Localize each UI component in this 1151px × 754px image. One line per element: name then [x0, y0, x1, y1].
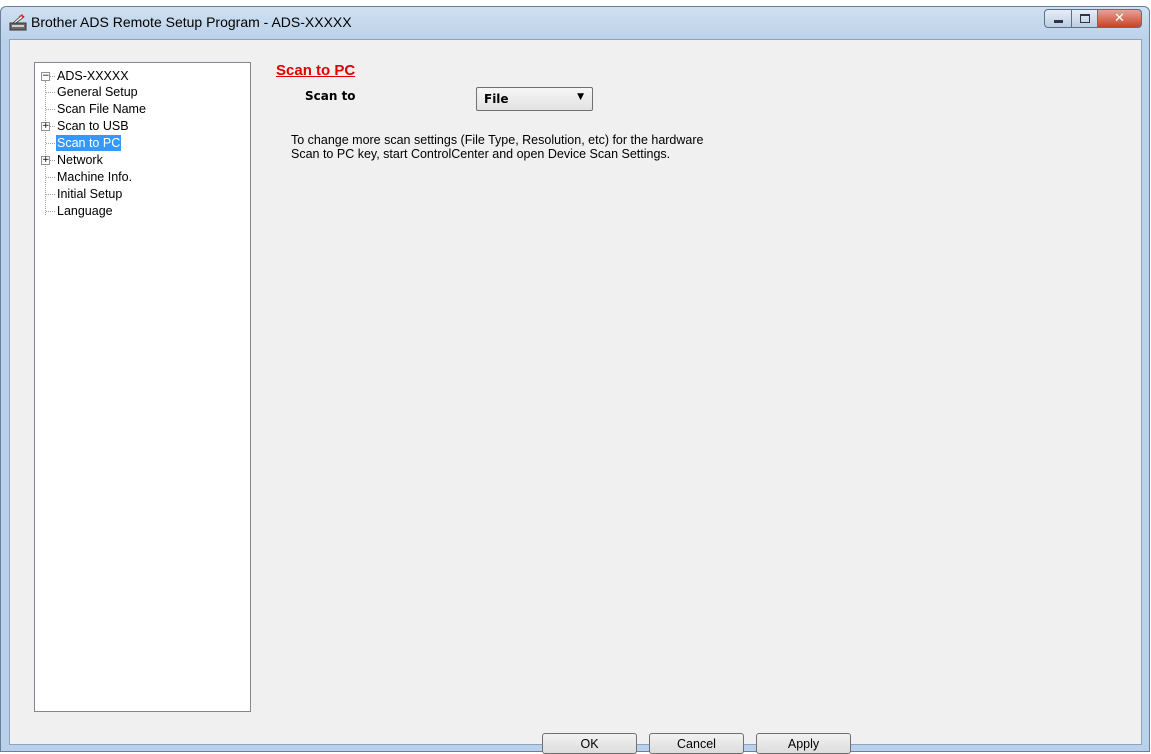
scanner-icon	[9, 14, 27, 31]
ok-button[interactable]: OK	[542, 733, 637, 754]
expand-icon[interactable]: +	[41, 122, 50, 131]
scan-to-label: Scan to	[305, 89, 356, 103]
window-title: Brother ADS Remote Setup Program - ADS-X…	[31, 14, 352, 30]
maximize-button[interactable]	[1072, 9, 1098, 28]
apply-button[interactable]: Apply	[756, 733, 851, 754]
settings-tree[interactable]: − ADS-XXXXX General Setup Scan File Name…	[34, 62, 251, 712]
maximize-icon	[1079, 14, 1090, 23]
description-line-1: To change more scan settings (File Type,…	[291, 133, 704, 147]
title-bar[interactable]: Brother ADS Remote Setup Program - ADS-X…	[1, 7, 1149, 39]
tree-item-scan-to-usb[interactable]: Scan to USB	[57, 118, 129, 134]
scan-to-value: File	[484, 92, 509, 106]
tree-root[interactable]: ADS-XXXXX	[57, 68, 129, 84]
chevron-down-icon: ▼	[577, 92, 584, 102]
tree-item-language[interactable]: Language	[57, 203, 113, 219]
caption-buttons: ✕	[1044, 9, 1142, 29]
tree-item-general-setup[interactable]: General Setup	[57, 84, 138, 100]
tree-item-machine-info[interactable]: Machine Info.	[57, 169, 132, 185]
tree-item-initial-setup[interactable]: Initial Setup	[57, 186, 122, 202]
close-icon: ✕	[1114, 11, 1125, 26]
expand-icon[interactable]: +	[41, 156, 50, 165]
main-window: Brother ADS Remote Setup Program - ADS-X…	[0, 6, 1150, 754]
collapse-icon[interactable]: −	[41, 72, 50, 81]
scan-settings-description: To change more scan settings (File Type,…	[291, 133, 851, 161]
cancel-button[interactable]: Cancel	[649, 733, 744, 754]
section-title: Scan to PC	[276, 62, 356, 79]
minimize-icon	[1053, 20, 1063, 23]
scan-to-dropdown[interactable]: File ▼	[476, 87, 593, 111]
tree-item-scan-to-pc[interactable]: Scan to PC	[56, 135, 122, 151]
minimize-button[interactable]	[1044, 9, 1072, 28]
tree-item-scan-file-name[interactable]: Scan File Name	[57, 101, 146, 117]
dialog-client-area: − ADS-XXXXX General Setup Scan File Name…	[9, 39, 1142, 754]
close-button[interactable]: ✕	[1098, 9, 1142, 28]
tree-item-network[interactable]: Network	[57, 152, 103, 168]
description-line-2: Scan to PC key, start ControlCenter and …	[291, 147, 671, 161]
